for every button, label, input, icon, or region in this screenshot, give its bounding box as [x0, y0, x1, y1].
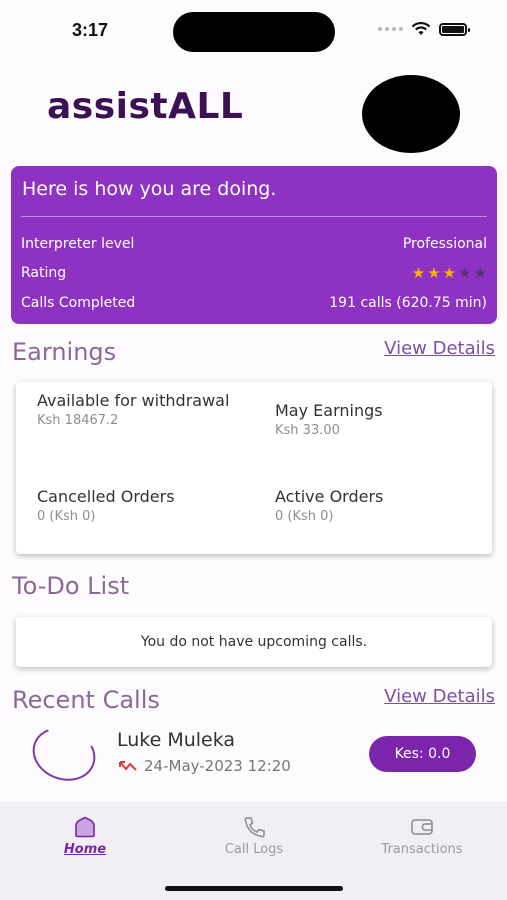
available-withdrawal: Available for withdrawal Ksh 18467.2	[37, 390, 247, 430]
summary-title: Here is how you are doing.	[22, 178, 277, 200]
call-datetime: 24-May-2023 12:20	[144, 757, 291, 775]
rating-row: Rating ★ ★ ★ ★ ★	[21, 263, 487, 283]
recent-call-item[interactable]: Luke Muleka 24-May-2023 12:20 Kes: 0.0	[0, 718, 507, 790]
cancelled-orders-value: 0 (Ksh 0)	[37, 509, 96, 524]
star-icon: ★	[442, 264, 457, 282]
rating-stars: ★ ★ ★ ★ ★	[412, 264, 487, 282]
home-indicator	[165, 886, 343, 891]
rating-label: Rating	[21, 265, 67, 281]
star-icon: ★	[411, 264, 426, 282]
star-empty-icon: ★	[473, 264, 487, 282]
nav-call-logs[interactable]: Call Logs	[189, 816, 319, 857]
cancelled-orders: Cancelled Orders 0 (Ksh 0)	[37, 486, 247, 526]
loading-spinner-icon	[25, 718, 103, 790]
todo-card: You do not have upcoming calls.	[16, 617, 492, 667]
nav-home-label: Home	[63, 842, 107, 857]
interpreter-level-row: Interpreter level Professional	[21, 234, 487, 254]
performance-summary-card: Here is how you are doing. Interpreter l…	[11, 166, 497, 324]
calls-completed-label: Calls Completed	[21, 295, 136, 311]
earnings-card: Available for withdrawal Ksh 18467.2 May…	[16, 382, 492, 554]
recent-calls-title: Recent Calls	[12, 686, 160, 714]
cancelled-orders-label: Cancelled Orders	[37, 487, 175, 506]
todo-title: To-Do List	[12, 572, 130, 600]
star-empty-icon: ★	[458, 264, 472, 282]
calls-completed-value: 191 calls (620.75 min)	[329, 295, 487, 311]
nav-home[interactable]: Home	[20, 816, 150, 857]
earnings-view-details-link[interactable]: View Details	[384, 338, 495, 359]
monthly-earnings-value: Ksh 33.00	[275, 423, 340, 438]
calls-completed-row: Calls Completed 191 calls (620.75 min)	[21, 293, 487, 313]
avatar[interactable]	[362, 75, 460, 153]
status-bar: 3:17	[0, 0, 507, 56]
todo-empty-message: You do not have upcoming calls.	[140, 634, 368, 650]
nav-call-logs-label: Call Logs	[224, 842, 284, 857]
phone-icon	[244, 817, 265, 838]
star-icon: ★	[427, 264, 441, 282]
active-orders: Active Orders 0 (Ksh 0)	[275, 486, 485, 526]
battery-icon	[439, 22, 470, 36]
available-withdrawal-label: Available for withdrawal	[37, 391, 230, 410]
nav-transactions-label: Transactions	[381, 842, 463, 857]
interpreter-level-value: Professional	[402, 236, 487, 252]
active-orders-value: 0 (Ksh 0)	[275, 509, 334, 524]
monthly-earnings-label: May Earnings	[275, 401, 383, 420]
signal-icon	[378, 27, 403, 31]
available-withdrawal-value: Ksh 18467.2	[37, 413, 119, 428]
earnings-title: Earnings	[12, 338, 117, 366]
active-orders-label: Active Orders	[275, 487, 384, 506]
app-logo: assistALL	[47, 86, 244, 127]
dynamic-island	[173, 12, 335, 52]
status-icons	[378, 22, 470, 36]
recent-calls-view-details-link[interactable]: View Details	[384, 686, 495, 707]
missed-call-icon	[119, 761, 137, 771]
status-time: 3:17	[72, 20, 109, 40]
call-meta: 24-May-2023 12:20	[118, 757, 291, 775]
interpreter-level-label: Interpreter level	[21, 236, 135, 252]
wifi-icon	[411, 22, 431, 35]
nav-transactions[interactable]: Transactions	[357, 816, 487, 857]
wallet-icon	[411, 819, 433, 835]
home-icon	[75, 816, 95, 838]
call-amount-badge[interactable]: Kes: 0.0	[369, 736, 476, 772]
summary-divider	[21, 216, 487, 217]
monthly-earnings: May Earnings Ksh 33.00	[275, 400, 485, 440]
caller-name: Luke Muleka	[117, 729, 236, 751]
